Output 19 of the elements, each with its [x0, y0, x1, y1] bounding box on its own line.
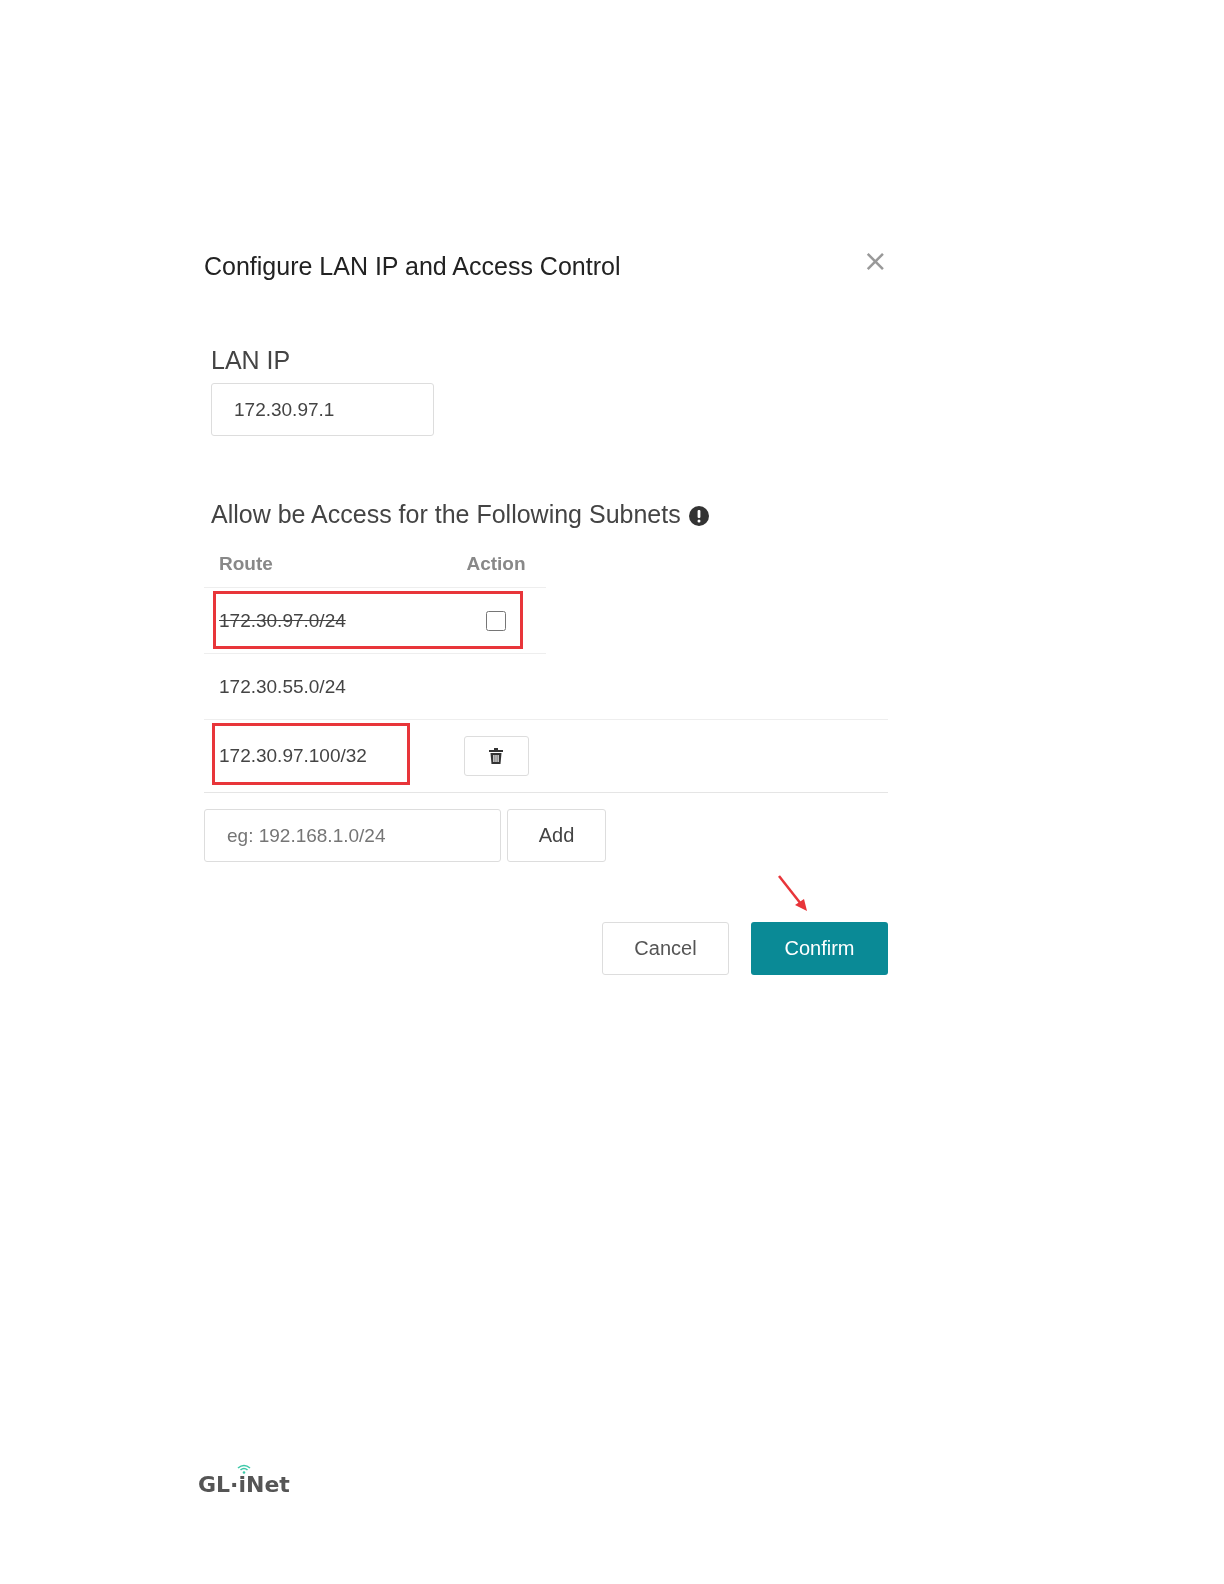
lan-ip-label: LAN IP — [211, 346, 292, 375]
confirm-button[interactable]: Confirm — [751, 922, 888, 975]
cancel-button[interactable]: Cancel — [602, 922, 729, 975]
delete-button[interactable] — [463, 736, 529, 776]
wifi-icon — [237, 1464, 251, 1474]
info-icon[interactable] — [688, 506, 709, 526]
add-button[interactable]: Add — [507, 809, 606, 862]
subnets-heading: Allow be Access for the Following Subnets — [211, 500, 681, 529]
route-input-field[interactable]: eg: 192.168.1.0/24 — [204, 809, 501, 862]
logo: GL·iNet — [198, 1474, 290, 1496]
route-cell-text: 172.30.55.0/24 — [218, 675, 347, 698]
column-header: Route — [218, 553, 274, 575]
dialog-title: Configure LAN IP and Access Control — [204, 252, 621, 281]
trash-icon — [489, 748, 503, 764]
route-cell-text: 172.30.97.0/24 — [218, 609, 347, 632]
column-header: Action — [465, 553, 527, 575]
lan-ip-field[interactable]: 172.30.97.1 — [211, 383, 434, 436]
route-cell-text: 172.30.97.100/32 — [218, 745, 368, 767]
checkbox[interactable] — [486, 610, 506, 631]
